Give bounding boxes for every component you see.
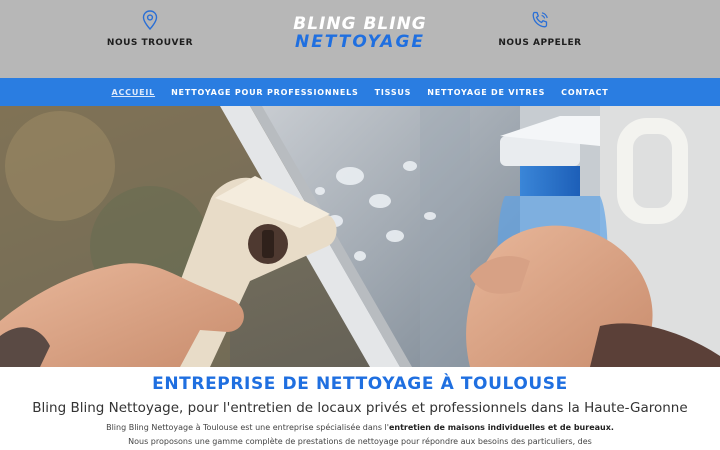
logo-line-1: BLING BLING xyxy=(293,14,427,34)
window-cleaning-illustration xyxy=(0,106,720,367)
phone-icon xyxy=(532,11,548,28)
site-logo[interactable]: BLING BLING NETTOYAGE xyxy=(270,16,450,51)
call-us-link[interactable]: NOUS APPELER xyxy=(460,10,620,48)
intro-paragraph-1-bold: entretien de maisons individuelles et de… xyxy=(388,423,614,432)
hero-image xyxy=(0,106,720,367)
page-subtitle: Bling Bling Nettoyage, pour l'entretien … xyxy=(32,400,688,416)
nav-item-accueil[interactable]: ACCUEIL xyxy=(103,88,163,97)
nav-item-contact[interactable]: CONTACT xyxy=(553,88,616,97)
nav-item-nettoyage-professionnels[interactable]: NETTOYAGE POUR PROFESSIONNELS xyxy=(163,88,367,97)
call-us-label: NOUS APPELER xyxy=(498,38,582,48)
find-us-label: NOUS TROUVER xyxy=(106,38,194,48)
intro-section: ENTREPRISE DE NETTOYAGE À TOULOUSE Bling… xyxy=(0,367,720,450)
header: NOUS TROUVER BLING BLING NETTOYAGE NOUS … xyxy=(0,0,720,78)
main-nav: ACCUEIL NETTOYAGE POUR PROFESSIONNELS TI… xyxy=(0,78,720,106)
nav-item-tissus[interactable]: TISSUS xyxy=(367,88,420,97)
find-us-link[interactable]: NOUS TROUVER xyxy=(70,10,230,48)
map-pin-icon xyxy=(142,10,158,30)
intro-paragraph-1-text: Bling Bling Nettoyage à Toulouse est une… xyxy=(106,423,389,432)
intro-paragraph-2: Nous proposons une gamme complète de pre… xyxy=(128,437,592,446)
logo-line-2: NETTOYAGE xyxy=(294,32,426,52)
nav-item-nettoyage-vitres[interactable]: NETTOYAGE DE VITRES xyxy=(419,88,553,97)
intro-paragraph-1: Bling Bling Nettoyage à Toulouse est une… xyxy=(0,423,720,432)
page-title: ENTREPRISE DE NETTOYAGE À TOULOUSE xyxy=(152,374,568,394)
